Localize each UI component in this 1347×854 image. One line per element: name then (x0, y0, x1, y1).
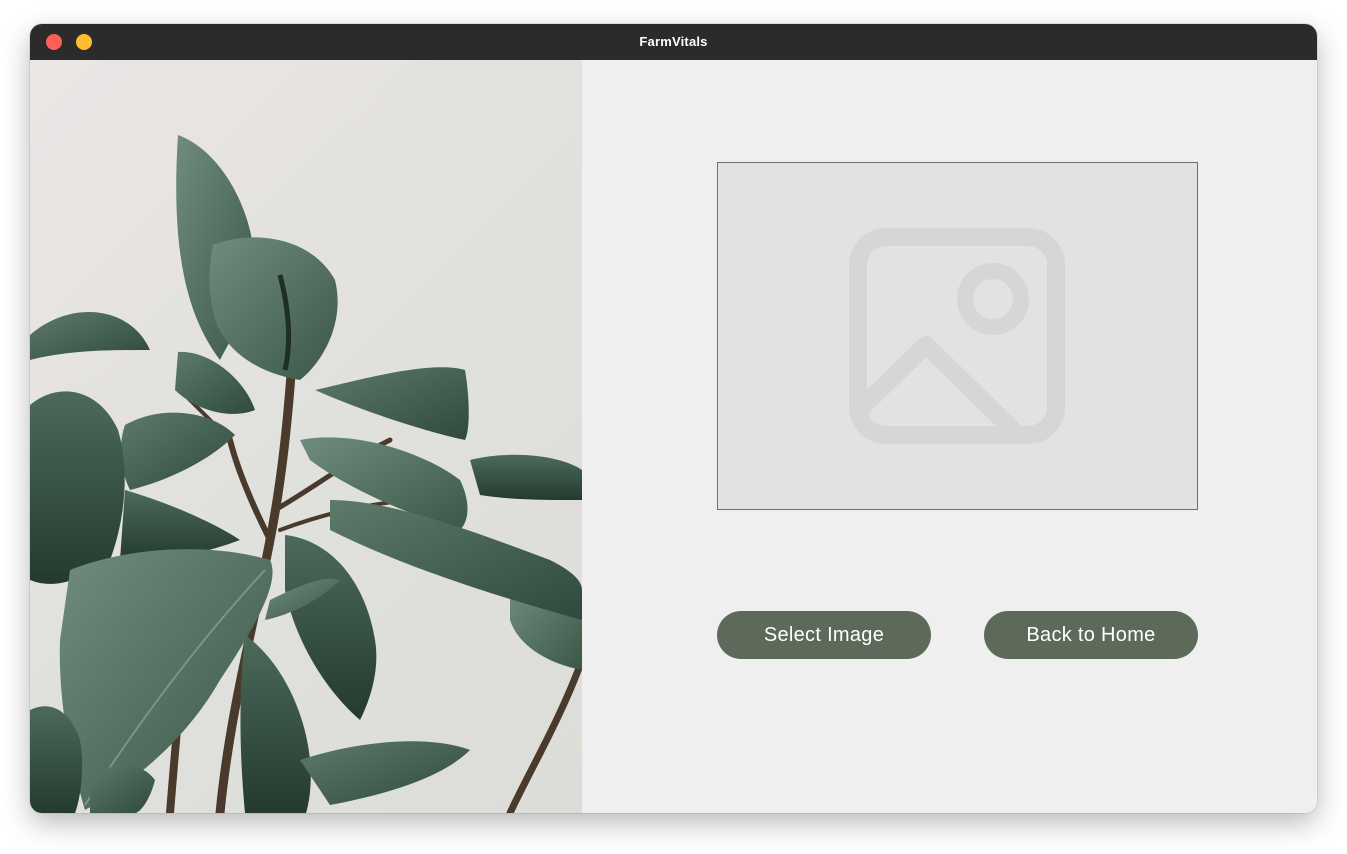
select-image-button[interactable]: Select Image (717, 611, 931, 659)
window-title: FarmVitals (639, 34, 708, 49)
upload-panel: Select Image Back to Home (582, 60, 1317, 813)
image-preview-area[interactable] (717, 162, 1198, 510)
plant-photo (30, 60, 582, 813)
main-content: Select Image Back to Home (30, 60, 1317, 813)
rubber-plant-illustration (30, 135, 582, 813)
app-window: FarmVitals Select Image Back to Home (30, 24, 1317, 813)
image-placeholder-icon (849, 228, 1065, 444)
title-bar: FarmVitals (30, 24, 1317, 60)
back-to-home-button[interactable]: Back to Home (984, 611, 1198, 659)
